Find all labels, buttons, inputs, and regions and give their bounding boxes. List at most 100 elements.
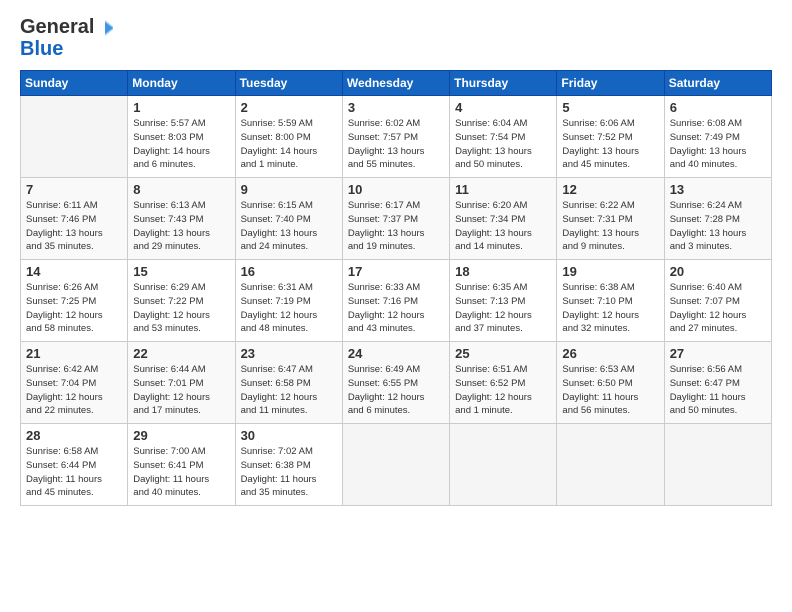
- calendar-cell: 29 Sunrise: 7:00 AM Sunset: 6:41 PM Dayli…: [128, 424, 235, 506]
- calendar-week-row: 14 Sunrise: 6:26 AM Sunset: 7:25 PM Dayli…: [21, 260, 772, 342]
- sun-info: Sunrise: 6:58 AM Sunset: 6:44 PM Dayligh…: [26, 445, 122, 500]
- sun-info: Sunrise: 6:35 AM Sunset: 7:13 PM Dayligh…: [455, 281, 551, 336]
- day-number: 11: [455, 182, 551, 197]
- sun-info: Sunrise: 6:44 AM Sunset: 7:01 PM Dayligh…: [133, 363, 229, 418]
- logo-general: General: [20, 16, 94, 38]
- day-number: 5: [562, 100, 658, 115]
- calendar-cell: 14 Sunrise: 6:26 AM Sunset: 7:25 PM Dayli…: [21, 260, 128, 342]
- day-number: 3: [348, 100, 444, 115]
- day-number: 1: [133, 100, 229, 115]
- day-number: 30: [241, 428, 337, 443]
- sun-info: Sunrise: 6:42 AM Sunset: 7:04 PM Dayligh…: [26, 363, 122, 418]
- day-number: 9: [241, 182, 337, 197]
- calendar-cell: 21 Sunrise: 6:42 AM Sunset: 7:04 PM Dayli…: [21, 342, 128, 424]
- logo-blue: Blue: [20, 38, 63, 60]
- calendar-cell: 9Sunrise: 6:15 AM Sunset: 7:40 PM Daylig…: [235, 178, 342, 260]
- header: General Blue: [20, 16, 772, 60]
- sun-info: Sunrise: 6:47 AM Sunset: 6:58 PM Dayligh…: [241, 363, 337, 418]
- calendar-cell: 5 Sunrise: 6:06 AM Sunset: 7:52 PM Daylig…: [557, 96, 664, 178]
- sun-info: Sunrise: 6:31 AM Sunset: 7:19 PM Dayligh…: [241, 281, 337, 336]
- day-number: 16: [241, 264, 337, 279]
- calendar-body: 1Sunrise: 5:57 AM Sunset: 8:03 PM Daylig…: [21, 96, 772, 506]
- day-number: 7: [26, 182, 122, 197]
- day-number: 15: [133, 264, 229, 279]
- calendar-cell: 30 Sunrise: 7:02 AM Sunset: 6:38 PM Dayli…: [235, 424, 342, 506]
- day-number: 28: [26, 428, 122, 443]
- calendar-week-row: 7 Sunrise: 6:11 AM Sunset: 7:46 PM Daylig…: [21, 178, 772, 260]
- calendar-cell: 20 Sunrise: 6:40 AM Sunset: 7:07 PM Dayli…: [664, 260, 771, 342]
- calendar-cell: 10 Sunrise: 6:17 AM Sunset: 7:37 PM Dayli…: [342, 178, 449, 260]
- calendar-cell: 1Sunrise: 5:57 AM Sunset: 8:03 PM Daylig…: [128, 96, 235, 178]
- day-number: 13: [670, 182, 766, 197]
- sun-info: Sunrise: 6:24 AM Sunset: 7:28 PM Dayligh…: [670, 199, 766, 254]
- sun-info: Sunrise: 6:08 AM Sunset: 7:49 PM Dayligh…: [670, 117, 766, 172]
- calendar-cell: 17 Sunrise: 6:33 AM Sunset: 7:16 PM Dayli…: [342, 260, 449, 342]
- calendar-cell: 8 Sunrise: 6:13 AM Sunset: 7:43 PM Daylig…: [128, 178, 235, 260]
- calendar-cell: 28 Sunrise: 6:58 AM Sunset: 6:44 PM Dayli…: [21, 424, 128, 506]
- calendar-cell: 26Sunrise: 6:53 AM Sunset: 6:50 PM Dayli…: [557, 342, 664, 424]
- sun-info: Sunrise: 6:22 AM Sunset: 7:31 PM Dayligh…: [562, 199, 658, 254]
- sun-info: Sunrise: 6:56 AM Sunset: 6:47 PM Dayligh…: [670, 363, 766, 418]
- day-number: 8: [133, 182, 229, 197]
- day-number: 19: [562, 264, 658, 279]
- calendar-cell: 7 Sunrise: 6:11 AM Sunset: 7:46 PM Daylig…: [21, 178, 128, 260]
- day-of-week-header: Saturday: [664, 71, 771, 96]
- sun-info: Sunrise: 6:26 AM Sunset: 7:25 PM Dayligh…: [26, 281, 122, 336]
- calendar-cell: 23Sunrise: 6:47 AM Sunset: 6:58 PM Dayli…: [235, 342, 342, 424]
- sun-info: Sunrise: 6:04 AM Sunset: 7:54 PM Dayligh…: [455, 117, 551, 172]
- calendar-cell: 4 Sunrise: 6:04 AM Sunset: 7:54 PM Daylig…: [450, 96, 557, 178]
- sun-info: Sunrise: 6:51 AM Sunset: 6:52 PM Dayligh…: [455, 363, 551, 418]
- calendar-week-row: 28 Sunrise: 6:58 AM Sunset: 6:44 PM Dayli…: [21, 424, 772, 506]
- day-of-week-header: Monday: [128, 71, 235, 96]
- day-number: 21: [26, 346, 122, 361]
- day-number: 12: [562, 182, 658, 197]
- calendar-cell: [450, 424, 557, 506]
- sun-info: Sunrise: 6:11 AM Sunset: 7:46 PM Dayligh…: [26, 199, 122, 254]
- sun-info: Sunrise: 6:13 AM Sunset: 7:43 PM Dayligh…: [133, 199, 229, 254]
- calendar-cell: 13 Sunrise: 6:24 AM Sunset: 7:28 PM Dayli…: [664, 178, 771, 260]
- calendar-cell: 16 Sunrise: 6:31 AM Sunset: 7:19 PM Dayli…: [235, 260, 342, 342]
- calendar-cell: [342, 424, 449, 506]
- logo: General Blue: [20, 16, 114, 60]
- sun-info: Sunrise: 6:38 AM Sunset: 7:10 PM Dayligh…: [562, 281, 658, 336]
- sun-info: Sunrise: 6:33 AM Sunset: 7:16 PM Dayligh…: [348, 281, 444, 336]
- calendar-cell: [557, 424, 664, 506]
- calendar-week-row: 21 Sunrise: 6:42 AM Sunset: 7:04 PM Dayli…: [21, 342, 772, 424]
- day-number: 4: [455, 100, 551, 115]
- day-number: 27: [670, 346, 766, 361]
- calendar-cell: 19 Sunrise: 6:38 AM Sunset: 7:10 PM Dayli…: [557, 260, 664, 342]
- day-of-week-header: Thursday: [450, 71, 557, 96]
- day-of-week-header: Wednesday: [342, 71, 449, 96]
- logo-bird-icon: [95, 19, 113, 37]
- day-number: 25: [455, 346, 551, 361]
- day-number: 24: [348, 346, 444, 361]
- sun-info: Sunrise: 6:29 AM Sunset: 7:22 PM Dayligh…: [133, 281, 229, 336]
- calendar-cell: 22 Sunrise: 6:44 AM Sunset: 7:01 PM Dayli…: [128, 342, 235, 424]
- sun-info: Sunrise: 5:59 AM Sunset: 8:00 PM Dayligh…: [241, 117, 337, 172]
- calendar-cell: 27 Sunrise: 6:56 AM Sunset: 6:47 PM Dayli…: [664, 342, 771, 424]
- day-number: 20: [670, 264, 766, 279]
- day-number: 14: [26, 264, 122, 279]
- calendar-cell: 11Sunrise: 6:20 AM Sunset: 7:34 PM Dayli…: [450, 178, 557, 260]
- sun-info: Sunrise: 7:00 AM Sunset: 6:41 PM Dayligh…: [133, 445, 229, 500]
- sun-info: Sunrise: 7:02 AM Sunset: 6:38 PM Dayligh…: [241, 445, 337, 500]
- sun-info: Sunrise: 6:02 AM Sunset: 7:57 PM Dayligh…: [348, 117, 444, 172]
- sun-info: Sunrise: 6:06 AM Sunset: 7:52 PM Dayligh…: [562, 117, 658, 172]
- sun-info: Sunrise: 6:40 AM Sunset: 7:07 PM Dayligh…: [670, 281, 766, 336]
- calendar-cell: 24Sunrise: 6:49 AM Sunset: 6:55 PM Dayli…: [342, 342, 449, 424]
- calendar-week-row: 1Sunrise: 5:57 AM Sunset: 8:03 PM Daylig…: [21, 96, 772, 178]
- sun-info: Sunrise: 6:17 AM Sunset: 7:37 PM Dayligh…: [348, 199, 444, 254]
- day-number: 10: [348, 182, 444, 197]
- day-number: 18: [455, 264, 551, 279]
- calendar-cell: 18 Sunrise: 6:35 AM Sunset: 7:13 PM Dayli…: [450, 260, 557, 342]
- day-number: 29: [133, 428, 229, 443]
- day-number: 26: [562, 346, 658, 361]
- calendar-table: SundayMondayTuesdayWednesdayThursdayFrid…: [20, 70, 772, 506]
- calendar-cell: 3 Sunrise: 6:02 AM Sunset: 7:57 PM Daylig…: [342, 96, 449, 178]
- days-of-week-row: SundayMondayTuesdayWednesdayThursdayFrid…: [21, 71, 772, 96]
- day-number: 22: [133, 346, 229, 361]
- day-of-week-header: Tuesday: [235, 71, 342, 96]
- day-number: 2: [241, 100, 337, 115]
- day-number: 17: [348, 264, 444, 279]
- calendar-cell: 2 Sunrise: 5:59 AM Sunset: 8:00 PM Daylig…: [235, 96, 342, 178]
